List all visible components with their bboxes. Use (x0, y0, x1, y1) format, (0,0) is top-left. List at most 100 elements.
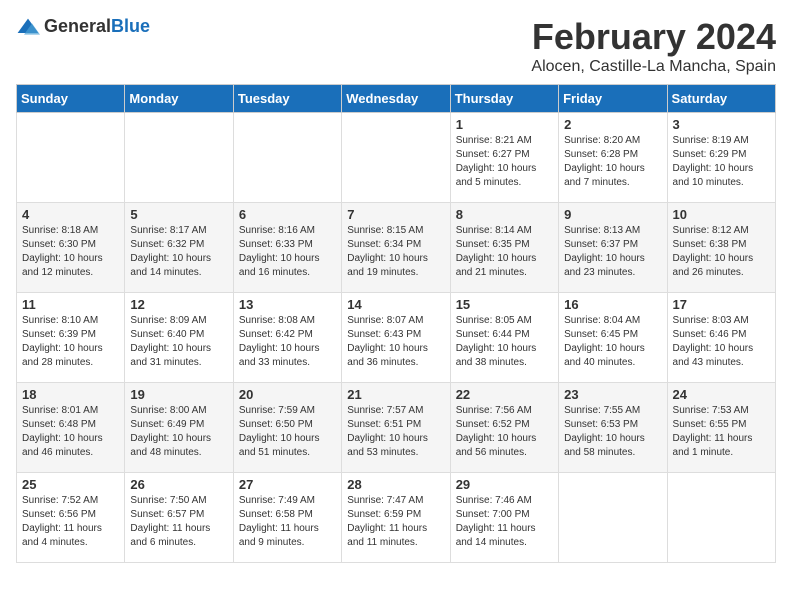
calendar-cell: 1 Sunrise: 8:21 AM Sunset: 6:27 PM Daylig… (450, 113, 558, 203)
calendar-cell: 13Sunrise: 8:08 AM Sunset: 6:42 PM Dayli… (233, 293, 341, 383)
day-number: 2 (564, 117, 661, 132)
calendar-cell (125, 113, 233, 203)
day-number: 4 (22, 207, 119, 222)
calendar-cell (667, 473, 775, 563)
logo-text: GeneralBlue (44, 16, 150, 37)
calendar-cell: 25 Sunrise: 7:52 AM Sunset: 6:56 PM Dayli… (17, 473, 125, 563)
week-row-4: 18Sunrise: 8:01 AM Sunset: 6:48 PM Dayli… (17, 383, 776, 473)
logo-general: General (44, 16, 111, 36)
day-number: 8 (456, 207, 553, 222)
day-number: 20 (239, 387, 336, 402)
day-number: 6 (239, 207, 336, 222)
calendar-table: Sunday Monday Tuesday Wednesday Thursday… (16, 84, 776, 563)
page-title: February 2024 (531, 16, 776, 58)
day-info: Sunrise: 7:53 AM Sunset: 6:55 PM Dayligh… (673, 404, 770, 460)
day-info: Sunrise: 8:00 AM Sunset: 6:49 PM Dayligh… (130, 404, 227, 460)
calendar-cell: 3 Sunrise: 8:19 AM Sunset: 6:29 PM Daylig… (667, 113, 775, 203)
calendar-cell (559, 473, 667, 563)
day-info: Sunrise: 7:47 AM Sunset: 6:59 PM Dayligh… (347, 494, 444, 550)
day-info: Sunrise: 8:21 AM Sunset: 6:27 PM Dayligh… (456, 134, 553, 190)
week-row-1: 1 Sunrise: 8:21 AM Sunset: 6:27 PM Daylig… (17, 113, 776, 203)
header: GeneralBlue February 2024 Alocen, Castil… (16, 16, 776, 76)
calendar-cell: 12 Sunrise: 8:09 AM Sunset: 6:40 PM Dayli… (125, 293, 233, 383)
day-info: Sunrise: 7:55 AM Sunset: 6:53 PM Dayligh… (564, 404, 661, 460)
day-info: Sunrise: 7:52 AM Sunset: 6:56 PM Dayligh… (22, 494, 119, 550)
day-info: Sunrise: 7:57 AM Sunset: 6:51 PM Dayligh… (347, 404, 444, 460)
week-row-5: 25 Sunrise: 7:52 AM Sunset: 6:56 PM Dayli… (17, 473, 776, 563)
calendar-cell: 2 Sunrise: 8:20 AM Sunset: 6:28 PM Daylig… (559, 113, 667, 203)
calendar-cell: 14 Sunrise: 8:07 AM Sunset: 6:43 PM Dayli… (342, 293, 450, 383)
day-number: 10 (673, 207, 770, 222)
day-number: 19 (130, 387, 227, 402)
calendar-cell: 4 Sunrise: 8:18 AM Sunset: 6:30 PM Daylig… (17, 203, 125, 293)
header-tuesday: Tuesday (233, 85, 341, 113)
day-info: Sunrise: 7:46 AM Sunset: 7:00 PM Dayligh… (456, 494, 553, 550)
day-info: Sunrise: 8:15 AM Sunset: 6:34 PM Dayligh… (347, 224, 444, 280)
day-number: 14 (347, 297, 444, 312)
header-wednesday: Wednesday (342, 85, 450, 113)
header-thursday: Thursday (450, 85, 558, 113)
week-row-3: 11 Sunrise: 8:10 AM Sunset: 6:39 PM Dayli… (17, 293, 776, 383)
day-number: 15 (456, 297, 553, 312)
title-section: February 2024 Alocen, Castille-La Mancha… (531, 16, 776, 76)
logo: GeneralBlue (16, 16, 150, 37)
calendar-cell: 24 Sunrise: 7:53 AM Sunset: 6:55 PM Dayli… (667, 383, 775, 473)
calendar-cell (342, 113, 450, 203)
day-info: Sunrise: 7:56 AM Sunset: 6:52 PM Dayligh… (456, 404, 553, 460)
calendar-cell: 5 Sunrise: 8:17 AM Sunset: 6:32 PM Daylig… (125, 203, 233, 293)
day-number: 13 (239, 297, 336, 312)
day-info: Sunrise: 8:10 AM Sunset: 6:39 PM Dayligh… (22, 314, 119, 370)
day-number: 25 (22, 477, 119, 492)
calendar-cell: 29 Sunrise: 7:46 AM Sunset: 7:00 PM Dayli… (450, 473, 558, 563)
calendar-cell: 15 Sunrise: 8:05 AM Sunset: 6:44 PM Dayli… (450, 293, 558, 383)
day-info: Sunrise: 8:14 AM Sunset: 6:35 PM Dayligh… (456, 224, 553, 280)
day-info: Sunrise: 8:05 AM Sunset: 6:44 PM Dayligh… (456, 314, 553, 370)
day-number: 1 (456, 117, 553, 132)
calendar-cell: 27Sunrise: 7:49 AM Sunset: 6:58 PM Dayli… (233, 473, 341, 563)
day-number: 29 (456, 477, 553, 492)
calendar-cell (233, 113, 341, 203)
calendar-cell (17, 113, 125, 203)
day-info: Sunrise: 8:13 AM Sunset: 6:37 PM Dayligh… (564, 224, 661, 280)
day-info: Sunrise: 8:03 AM Sunset: 6:46 PM Dayligh… (673, 314, 770, 370)
day-info: Sunrise: 8:09 AM Sunset: 6:40 PM Dayligh… (130, 314, 227, 370)
day-number: 11 (22, 297, 119, 312)
day-info: Sunrise: 8:19 AM Sunset: 6:29 PM Dayligh… (673, 134, 770, 190)
day-number: 5 (130, 207, 227, 222)
logo-icon (16, 17, 40, 37)
day-number: 3 (673, 117, 770, 132)
day-info: Sunrise: 7:59 AM Sunset: 6:50 PM Dayligh… (239, 404, 336, 460)
calendar-cell: 11 Sunrise: 8:10 AM Sunset: 6:39 PM Dayli… (17, 293, 125, 383)
day-info: Sunrise: 8:20 AM Sunset: 6:28 PM Dayligh… (564, 134, 661, 190)
calendar-cell: 26Sunrise: 7:50 AM Sunset: 6:57 PM Dayli… (125, 473, 233, 563)
calendar-cell: 28 Sunrise: 7:47 AM Sunset: 6:59 PM Dayli… (342, 473, 450, 563)
page-container: GeneralBlue February 2024 Alocen, Castil… (16, 16, 776, 563)
day-info: Sunrise: 8:16 AM Sunset: 6:33 PM Dayligh… (239, 224, 336, 280)
day-number: 9 (564, 207, 661, 222)
calendar-cell: 18Sunrise: 8:01 AM Sunset: 6:48 PM Dayli… (17, 383, 125, 473)
day-number: 28 (347, 477, 444, 492)
day-number: 24 (673, 387, 770, 402)
calendar-cell: 22 Sunrise: 7:56 AM Sunset: 6:52 PM Dayli… (450, 383, 558, 473)
header-monday: Monday (125, 85, 233, 113)
day-info: Sunrise: 8:17 AM Sunset: 6:32 PM Dayligh… (130, 224, 227, 280)
day-number: 12 (130, 297, 227, 312)
calendar-cell: 19 Sunrise: 8:00 AM Sunset: 6:49 PM Dayli… (125, 383, 233, 473)
day-info: Sunrise: 8:04 AM Sunset: 6:45 PM Dayligh… (564, 314, 661, 370)
calendar-cell: 8 Sunrise: 8:14 AM Sunset: 6:35 PM Daylig… (450, 203, 558, 293)
header-friday: Friday (559, 85, 667, 113)
calendar-cell: 23Sunrise: 7:55 AM Sunset: 6:53 PM Dayli… (559, 383, 667, 473)
day-number: 17 (673, 297, 770, 312)
logo-blue: Blue (111, 16, 150, 36)
day-info: Sunrise: 8:07 AM Sunset: 6:43 PM Dayligh… (347, 314, 444, 370)
calendar-cell: 21 Sunrise: 7:57 AM Sunset: 6:51 PM Dayli… (342, 383, 450, 473)
calendar-cell: 16 Sunrise: 8:04 AM Sunset: 6:45 PM Dayli… (559, 293, 667, 383)
day-number: 16 (564, 297, 661, 312)
day-info: Sunrise: 8:18 AM Sunset: 6:30 PM Dayligh… (22, 224, 119, 280)
days-header-row: Sunday Monday Tuesday Wednesday Thursday… (17, 85, 776, 113)
day-number: 26 (130, 477, 227, 492)
calendar-cell: 6 Sunrise: 8:16 AM Sunset: 6:33 PM Daylig… (233, 203, 341, 293)
page-subtitle: Alocen, Castille-La Mancha, Spain (531, 58, 776, 76)
day-number: 21 (347, 387, 444, 402)
day-number: 22 (456, 387, 553, 402)
